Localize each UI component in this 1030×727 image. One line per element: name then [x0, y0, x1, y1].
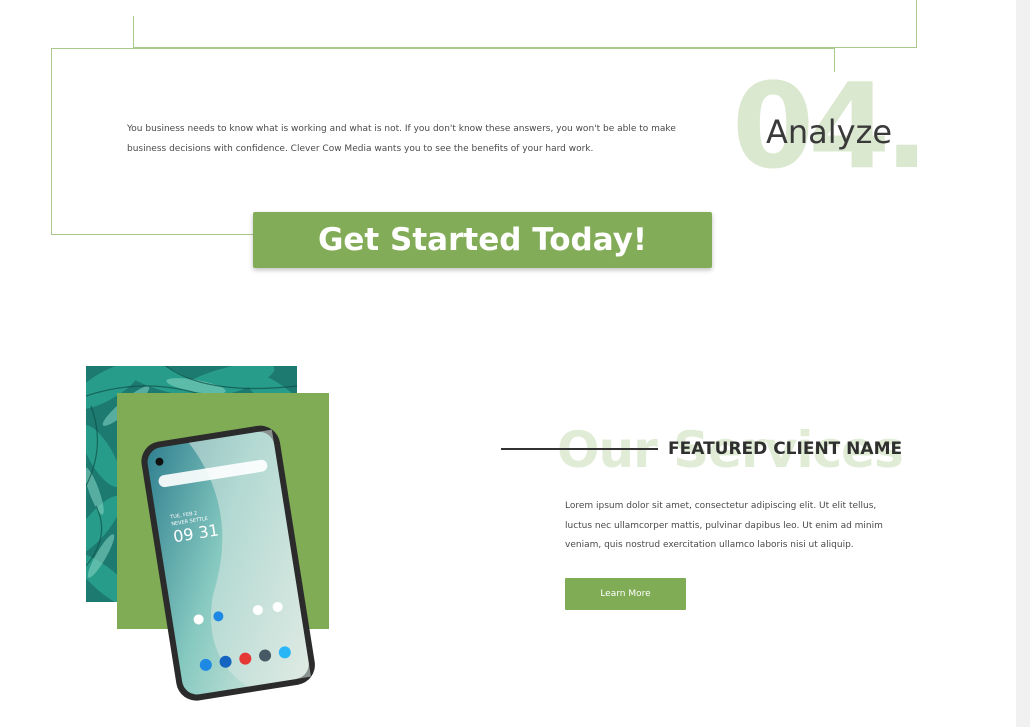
page-scrollbar[interactable]: [1016, 0, 1030, 727]
frame-line-top-left-vertical: [133, 16, 134, 48]
heading-rule: [501, 448, 658, 450]
learn-more-button[interactable]: Learn More: [565, 578, 686, 610]
frame-line-box-top: [51, 48, 835, 49]
frame-line-box-bottom: [51, 234, 254, 235]
service-description: Lorem ipsum dolor sit amet, consectetur …: [565, 501, 883, 550]
step-title: Analyze: [766, 113, 893, 151]
smartphone-image: TUE, FEB 2 NEVER SETTLE 09 31: [138, 422, 320, 702]
frame-line-top-right-vertical: [916, 0, 917, 48]
frame-line-box-left: [51, 48, 52, 235]
get-started-button[interactable]: Get Started Today!: [253, 212, 712, 268]
featured-client-name: FEATURED CLIENT NAME: [668, 439, 903, 459]
step-description: You business needs to know what is worki…: [127, 124, 676, 154]
